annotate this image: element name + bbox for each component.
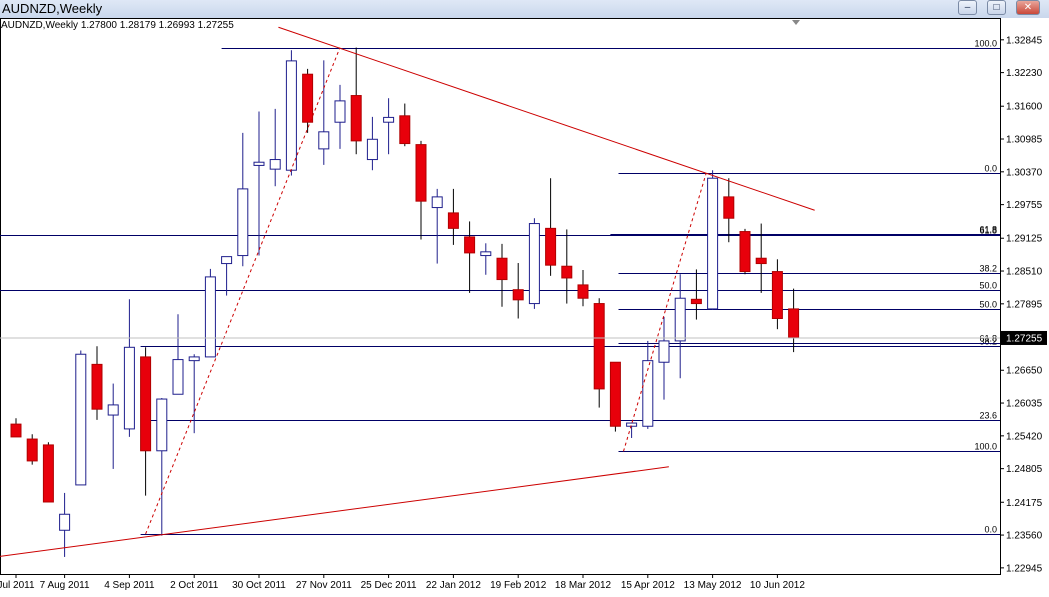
y-tick-label: 1.26035 <box>1006 399 1043 410</box>
candle-body <box>707 177 719 310</box>
fib-label: 38.2 <box>979 264 997 274</box>
maximize-button[interactable]: □ <box>987 0 1006 15</box>
x-tick-label: 4 Sep 2011 <box>104 580 155 591</box>
candle-body <box>204 276 216 358</box>
y-tick-label: 1.24805 <box>1006 464 1043 475</box>
fib-label: 100.0 <box>974 39 997 49</box>
y-tick-label: 1.25420 <box>1006 431 1043 442</box>
y-tick-label: 1.29755 <box>1006 200 1043 211</box>
candle-body <box>447 212 459 229</box>
candle-body <box>755 257 767 265</box>
candle-body <box>609 361 621 427</box>
candle-body <box>399 115 411 145</box>
candle-body <box>788 308 800 339</box>
fib-label: 0.0 <box>984 525 997 535</box>
candle-body <box>59 513 71 531</box>
title-bar: AUDNZD,Weekly – □ ✕ <box>0 0 1049 18</box>
y-tick-label: 1.26650 <box>1006 366 1043 377</box>
candle-body <box>577 284 589 299</box>
candle-body <box>237 188 249 257</box>
x-tick-label: 19 Feb 2012 <box>490 580 547 591</box>
candle-body <box>302 73 314 123</box>
x-tick-label: 15 Apr 2012 <box>621 580 675 591</box>
candle-body <box>269 159 281 170</box>
candle-body <box>771 271 783 320</box>
candle-body <box>528 223 540 305</box>
candle-body <box>91 363 103 410</box>
fib-label: 50.0 <box>979 281 997 291</box>
ohlc-symbol: AUDNZD,Weekly <box>1 20 79 31</box>
y-tick-label: 1.30370 <box>1006 167 1043 178</box>
candle-body <box>366 138 378 161</box>
candle-body <box>334 100 346 123</box>
candle-body <box>123 346 135 430</box>
x-tick-label: 22 Jan 2012 <box>426 580 481 591</box>
candle-body <box>658 340 670 363</box>
fib-label: 61.8 <box>979 225 997 235</box>
candle-body <box>350 95 362 142</box>
fib-label: 23.6 <box>979 411 997 421</box>
candle-body <box>156 398 168 452</box>
close-button[interactable]: ✕ <box>1016 0 1040 15</box>
minimize-button[interactable]: – <box>958 0 977 15</box>
x-tick-label: 2 Oct 2011 <box>170 580 219 591</box>
y-tick-label: 1.27895 <box>1006 299 1043 310</box>
x-tick-label: 27 Nov 2011 <box>296 580 352 591</box>
ohlc-readout: AUDNZD,Weekly 1.27800 1.28179 1.26993 1.… <box>1 20 234 31</box>
candle-body <box>107 404 119 416</box>
candle-body <box>172 359 184 395</box>
candle-body <box>10 423 22 438</box>
fib-label: 50.0 <box>979 300 997 310</box>
ohlc-values: 1.27800 1.28179 1.26993 1.27255 <box>80 20 234 31</box>
y-tick-label: 1.32230 <box>1006 68 1043 79</box>
y-tick-label: 1.31600 <box>1006 102 1043 113</box>
x-tick-label: 10 Jun 2012 <box>750 580 805 591</box>
y-tick-label: 1.22945 <box>1006 563 1043 574</box>
fib-label: 100.0 <box>974 442 997 452</box>
price-chart[interactable]: 100.00.00.0100.061.861.838.250.050.038.2… <box>0 18 1049 597</box>
y-tick-label: 1.32845 <box>1006 35 1043 46</box>
candle-body <box>26 438 38 462</box>
candle-body <box>415 144 427 202</box>
candle-body <box>561 265 573 279</box>
candle-body <box>739 231 751 273</box>
candle-body <box>188 356 200 362</box>
y-tick-label: 1.24175 <box>1006 498 1043 509</box>
candle-body <box>221 256 233 265</box>
candle-body <box>512 289 524 301</box>
candle-body <box>480 251 492 257</box>
candle-body <box>690 298 702 305</box>
candle-body <box>431 196 443 209</box>
candle-body <box>723 196 735 219</box>
x-tick-label: 30 Oct 2011 <box>232 580 286 591</box>
y-tick-label: 1.23560 <box>1006 531 1043 542</box>
candle-body <box>140 356 152 452</box>
y-tick-label: 1.28510 <box>1006 267 1043 278</box>
candle-body <box>545 227 557 266</box>
candle-body <box>285 60 297 171</box>
candle-body <box>42 444 54 503</box>
candle-body <box>318 131 330 150</box>
candle-body <box>674 297 686 342</box>
window-title: AUDNZD,Weekly <box>2 1 103 16</box>
candle-body <box>496 257 508 281</box>
y-tick-label: 1.29125 <box>1006 234 1043 245</box>
x-tick-label: 13 May 2012 <box>684 580 742 591</box>
candle-body <box>75 353 87 486</box>
candle-body <box>464 236 476 254</box>
x-tick-label: 25 Dec 2011 <box>361 580 417 591</box>
x-tick-label: 7 Aug 2011 <box>40 580 90 591</box>
x-tick-label: 18 Mar 2012 <box>555 580 612 591</box>
x-tick-label: Jul 2011 <box>0 580 35 591</box>
candle-body <box>383 116 395 123</box>
plot-area <box>0 18 1001 575</box>
candle-body <box>593 303 605 390</box>
candle-body <box>253 161 265 166</box>
current-price-label: 1.27255 <box>1006 333 1043 344</box>
fib-label: 61.8 <box>979 334 997 344</box>
y-tick-label: 1.30985 <box>1006 135 1043 146</box>
fib-label: 0.0 <box>984 164 997 174</box>
